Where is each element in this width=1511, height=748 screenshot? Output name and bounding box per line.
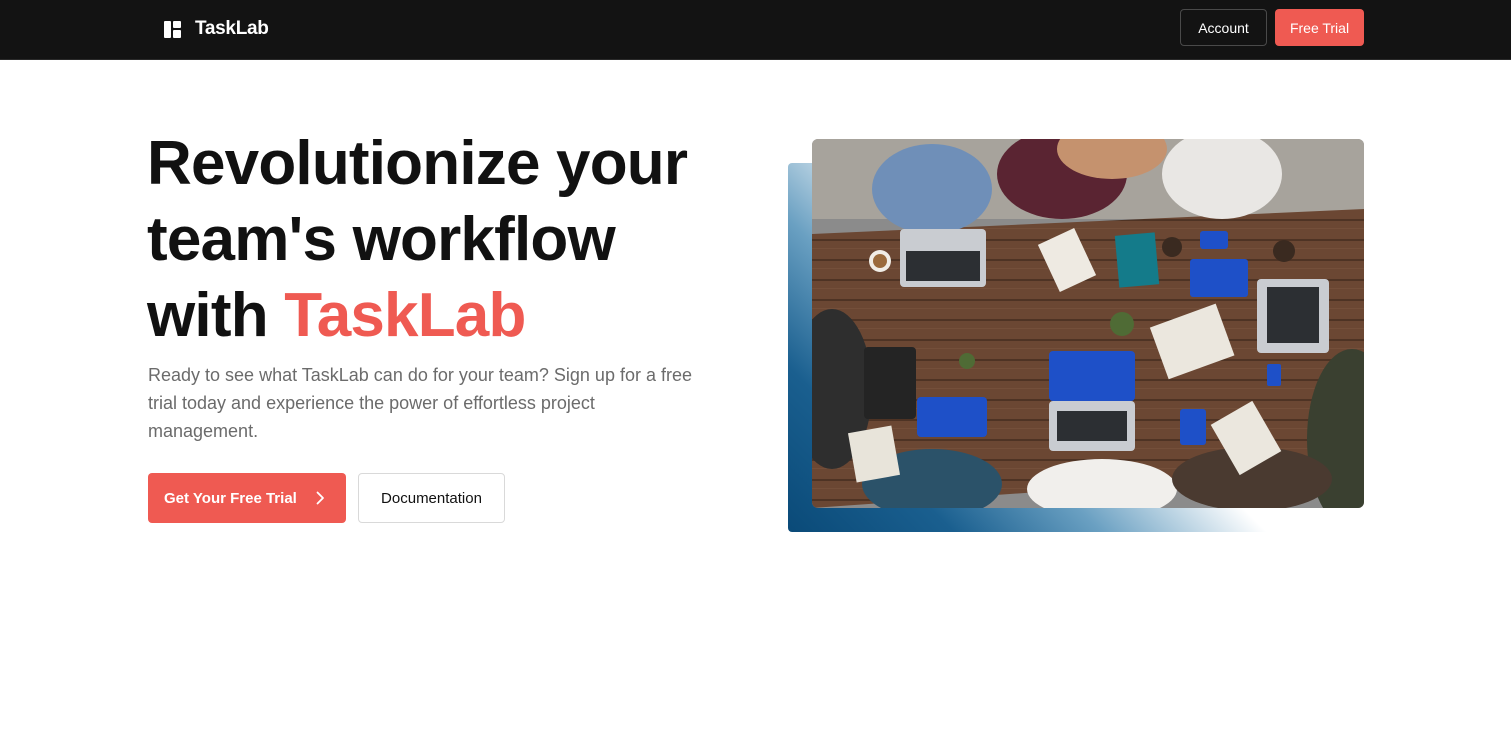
team-photo-illustration: [812, 139, 1364, 508]
hero-title-accent: TaskLab: [284, 281, 526, 350]
free-trial-button[interactable]: Free Trial: [1275, 9, 1364, 46]
hero-subtitle: Ready to see what TaskLab can do for you…: [148, 365, 692, 441]
get-free-trial-button[interactable]: Get Your Free Trial: [148, 473, 346, 523]
tasklab-logo-icon: [164, 20, 181, 38]
hero-title-line-2: team's workflow: [147, 205, 616, 274]
hero-title-line-3: with: [147, 281, 269, 350]
chevron-right-icon: [316, 491, 324, 505]
documentation-button[interactable]: Documentation: [358, 473, 505, 523]
brand[interactable]: TaskLab: [164, 17, 269, 41]
get-free-trial-label: Get Your Free Trial: [164, 489, 297, 507]
account-button[interactable]: Account: [1180, 9, 1267, 46]
top-navbar: TaskLab Account Free Trial: [0, 0, 1511, 60]
team-collaboration-photo: [812, 139, 1364, 508]
hero-title-line-1: Revolutionize your: [147, 129, 688, 198]
hero-title: Revolutionize your team's workflow with …: [147, 126, 747, 354]
brand-name: TaskLab: [195, 18, 269, 39]
